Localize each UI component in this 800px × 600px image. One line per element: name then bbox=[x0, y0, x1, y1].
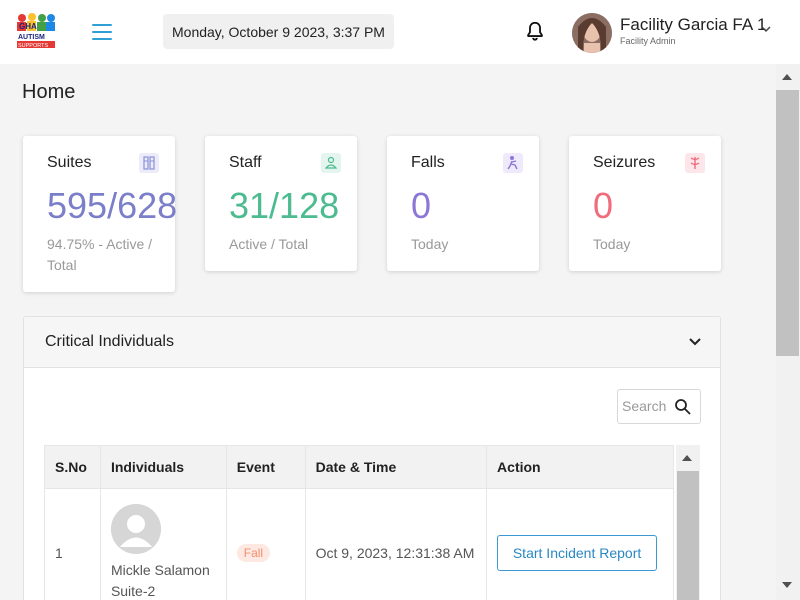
user-name[interactable]: Facility Garcia FA 1 bbox=[620, 15, 766, 35]
row-sno: 1 bbox=[44, 488, 101, 600]
card-subtitle: 94.75% - Active / Total bbox=[47, 236, 153, 273]
event-badge: Fall bbox=[236, 543, 271, 562]
user-role: Facility Admin bbox=[620, 36, 676, 46]
table-scrollbar[interactable] bbox=[676, 445, 700, 600]
suites-icon bbox=[139, 153, 159, 173]
scroll-down-icon[interactable] bbox=[782, 582, 792, 588]
falls-icon bbox=[503, 153, 523, 173]
card-value: 0 bbox=[593, 185, 614, 226]
column-header[interactable]: Individuals bbox=[99, 445, 227, 489]
top-bar: GHA AUTISM SUPPORTS Monday, October 9 20… bbox=[0, 0, 800, 64]
event-cell: Fall bbox=[225, 488, 306, 600]
scrollbar-thumb[interactable] bbox=[677, 471, 699, 600]
chevron-down-icon[interactable] bbox=[688, 336, 702, 348]
start-incident-report-button[interactable]: Start Incident Report bbox=[497, 534, 658, 571]
column-header[interactable]: Date & Time bbox=[304, 445, 488, 489]
autism-supports-logo[interactable]: GHA AUTISM SUPPORTS bbox=[14, 12, 58, 50]
table-row: 1 Mickle Salamon Suite-2 Fall Oct 9, 202… bbox=[44, 488, 674, 600]
falls-card[interactable]: Falls 0 Today bbox=[387, 136, 539, 271]
card-value: 31/128 bbox=[229, 185, 340, 226]
critical-individuals-table-wrap: S.No Individuals Event Date & Time Actio… bbox=[44, 445, 700, 600]
seizures-card[interactable]: Seizures 0 Today bbox=[569, 136, 721, 271]
individual-avatar-icon bbox=[110, 503, 161, 554]
suites-card[interactable]: Suites 595/628 94.75% - Active / Total bbox=[23, 136, 178, 292]
chevron-down-icon[interactable] bbox=[760, 24, 772, 34]
card-title: Suites bbox=[47, 154, 92, 171]
seizures-icon bbox=[685, 153, 705, 173]
page-title: Home bbox=[22, 81, 76, 103]
scroll-up-icon[interactable] bbox=[782, 74, 792, 80]
page-scrollbar[interactable] bbox=[776, 64, 800, 600]
column-header[interactable]: Event bbox=[225, 445, 306, 489]
search-icon[interactable] bbox=[674, 398, 692, 416]
row-datetime: Oct 9, 2023, 12:31:38 AM bbox=[304, 488, 488, 600]
staff-icon bbox=[321, 153, 341, 173]
card-subtitle: Today bbox=[593, 236, 631, 252]
svg-text:GHA: GHA bbox=[19, 22, 37, 31]
staff-card[interactable]: Staff 31/128 Active / Total bbox=[205, 136, 357, 271]
critical-individuals-table: S.No Individuals Event Date & Time Actio… bbox=[44, 445, 674, 600]
critical-individuals-panel: Critical Individuals S.No Individuals Ev… bbox=[23, 316, 721, 600]
card-subtitle: Today bbox=[411, 236, 449, 252]
card-title: Falls bbox=[411, 154, 445, 171]
panel-header[interactable]: Critical Individuals bbox=[24, 317, 720, 368]
svg-text:AUTISM: AUTISM bbox=[18, 34, 45, 41]
individual-suite: Suite-2 bbox=[110, 582, 156, 599]
card-subtitle: Active / Total bbox=[229, 236, 309, 252]
column-header[interactable]: S.No bbox=[44, 445, 101, 489]
card-value: 595/628 bbox=[47, 185, 178, 226]
scrollbar-thumb[interactable] bbox=[776, 90, 799, 356]
search-box[interactable] bbox=[617, 389, 701, 424]
card-title: Seizures bbox=[593, 154, 656, 171]
action-cell: Start Incident Report bbox=[486, 488, 674, 600]
svg-text:SUPPORTS: SUPPORTS bbox=[18, 43, 48, 49]
scroll-up-icon[interactable] bbox=[682, 455, 692, 461]
card-value: 0 bbox=[411, 185, 432, 226]
bell-icon[interactable] bbox=[524, 19, 546, 43]
panel-title: Critical Individuals bbox=[45, 333, 174, 350]
individual-cell: Mickle Salamon Suite-2 bbox=[99, 488, 227, 600]
menu-toggle-icon[interactable] bbox=[92, 24, 112, 42]
table-header-row: S.No Individuals Event Date & Time Actio… bbox=[44, 445, 674, 489]
user-avatar[interactable] bbox=[572, 13, 612, 53]
column-header[interactable]: Action bbox=[486, 445, 674, 489]
card-title: Staff bbox=[229, 154, 262, 171]
search-input[interactable] bbox=[622, 398, 672, 414]
current-datetime: Monday, October 9 2023, 3:37 PM bbox=[163, 14, 394, 49]
individual-name[interactable]: Mickle Salamon bbox=[111, 560, 226, 581]
